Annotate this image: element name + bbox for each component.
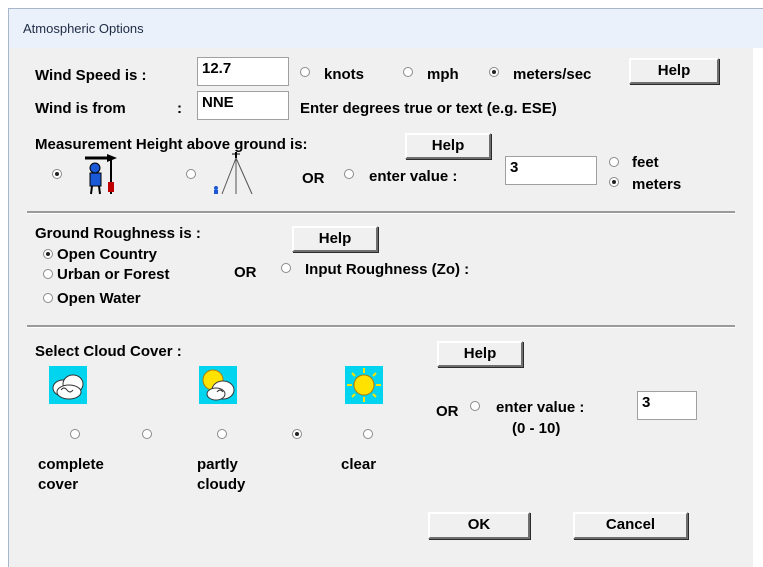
- cloud-enter-value-label: enter value :: [496, 399, 585, 416]
- ground-roughness-label: Ground Roughness is :: [35, 225, 201, 242]
- window-title: Atmospheric Options: [23, 21, 144, 36]
- urban-forest-radio[interactable]: [43, 269, 53, 279]
- roughness-help-button[interactable]: Help: [292, 226, 378, 252]
- wind-speed-input[interactable]: 12.7: [197, 57, 289, 86]
- cloud-cover-radio-5[interactable]: [363, 429, 373, 439]
- cloud-value-input[interactable]: 3: [637, 391, 697, 420]
- wind-from-colon: :: [177, 100, 182, 117]
- ok-button[interactable]: OK: [428, 512, 530, 539]
- partly-cloudy-caption-line1: partly: [197, 456, 238, 473]
- cloud-icon: [49, 366, 87, 404]
- measurement-height-label: Measurement Height above ground is:: [35, 136, 308, 153]
- title-bar: Atmospheric Options: [8, 8, 763, 48]
- open-country-label: Open Country: [57, 246, 157, 263]
- cloud-cover-label: Select Cloud Cover :: [35, 343, 182, 360]
- meters-label: meters: [632, 176, 682, 193]
- height-value-input[interactable]: 3: [505, 156, 597, 185]
- cloud-cover-radio-2[interactable]: [142, 429, 152, 439]
- open-water-radio[interactable]: [43, 293, 53, 303]
- mph-label: mph: [427, 66, 459, 83]
- wind-direction-hint: Enter degrees true or text (e.g. ESE): [300, 100, 557, 117]
- height-help-button[interactable]: Help: [405, 133, 491, 159]
- atmospheric-options-dialog: Atmospheric Options Wind Speed is : 12.7…: [0, 0, 763, 567]
- tower-icon: [214, 152, 253, 195]
- roughness-or-label: OR: [234, 264, 257, 281]
- meters-per-sec-label: meters/sec: [513, 66, 592, 83]
- input-roughness-radio[interactable]: [281, 263, 291, 273]
- cloud-value-range: (0 - 10): [512, 420, 561, 437]
- tower-height-radio[interactable]: [186, 169, 196, 179]
- mph-radio[interactable]: [403, 67, 413, 77]
- person-with-wind-vane-icon: [85, 154, 117, 195]
- feet-radio[interactable]: [609, 157, 619, 167]
- meters-radio[interactable]: [609, 177, 619, 187]
- knots-label: knots: [324, 66, 365, 83]
- dialog-body: [8, 48, 753, 567]
- clear-caption: clear: [341, 456, 377, 473]
- cloud-help-button[interactable]: Help: [437, 341, 523, 367]
- height-enter-value-radio[interactable]: [344, 169, 354, 179]
- cloud-enter-value-radio[interactable]: [470, 401, 480, 411]
- knots-radio[interactable]: [300, 67, 310, 77]
- sun-behind-cloud-icon: [199, 366, 237, 404]
- complete-cover-caption-line1: complete: [38, 456, 104, 473]
- open-water-label: Open Water: [57, 290, 141, 307]
- wind-from-label: Wind is from: [35, 100, 126, 117]
- wind-direction-input[interactable]: NNE: [197, 91, 289, 120]
- feet-label: feet: [632, 154, 659, 171]
- cloud-cover-radio-4[interactable]: [292, 429, 302, 439]
- person-height-radio[interactable]: [52, 169, 62, 179]
- complete-cover-caption-line2: cover: [38, 476, 79, 493]
- wind-speed-label: Wind Speed is :: [35, 67, 147, 84]
- cloud-or-label: OR: [436, 403, 459, 420]
- sun-icon: [345, 366, 383, 404]
- cloud-cover-radio-1[interactable]: [70, 429, 80, 439]
- input-roughness-label: Input Roughness (Zo) :: [305, 261, 470, 278]
- separator: [27, 211, 735, 214]
- cloud-cover-radio-3[interactable]: [217, 429, 227, 439]
- meters-per-sec-radio[interactable]: [489, 67, 499, 77]
- cancel-button[interactable]: Cancel: [573, 512, 688, 539]
- separator: [27, 325, 735, 328]
- open-country-radio[interactable]: [43, 249, 53, 259]
- partly-cloudy-caption-line2: cloudy: [197, 476, 246, 493]
- urban-forest-label: Urban or Forest: [57, 266, 170, 283]
- height-or-label: OR: [302, 170, 325, 187]
- height-enter-value-label: enter value :: [369, 168, 458, 185]
- wind-speed-help-button[interactable]: Help: [629, 58, 719, 84]
